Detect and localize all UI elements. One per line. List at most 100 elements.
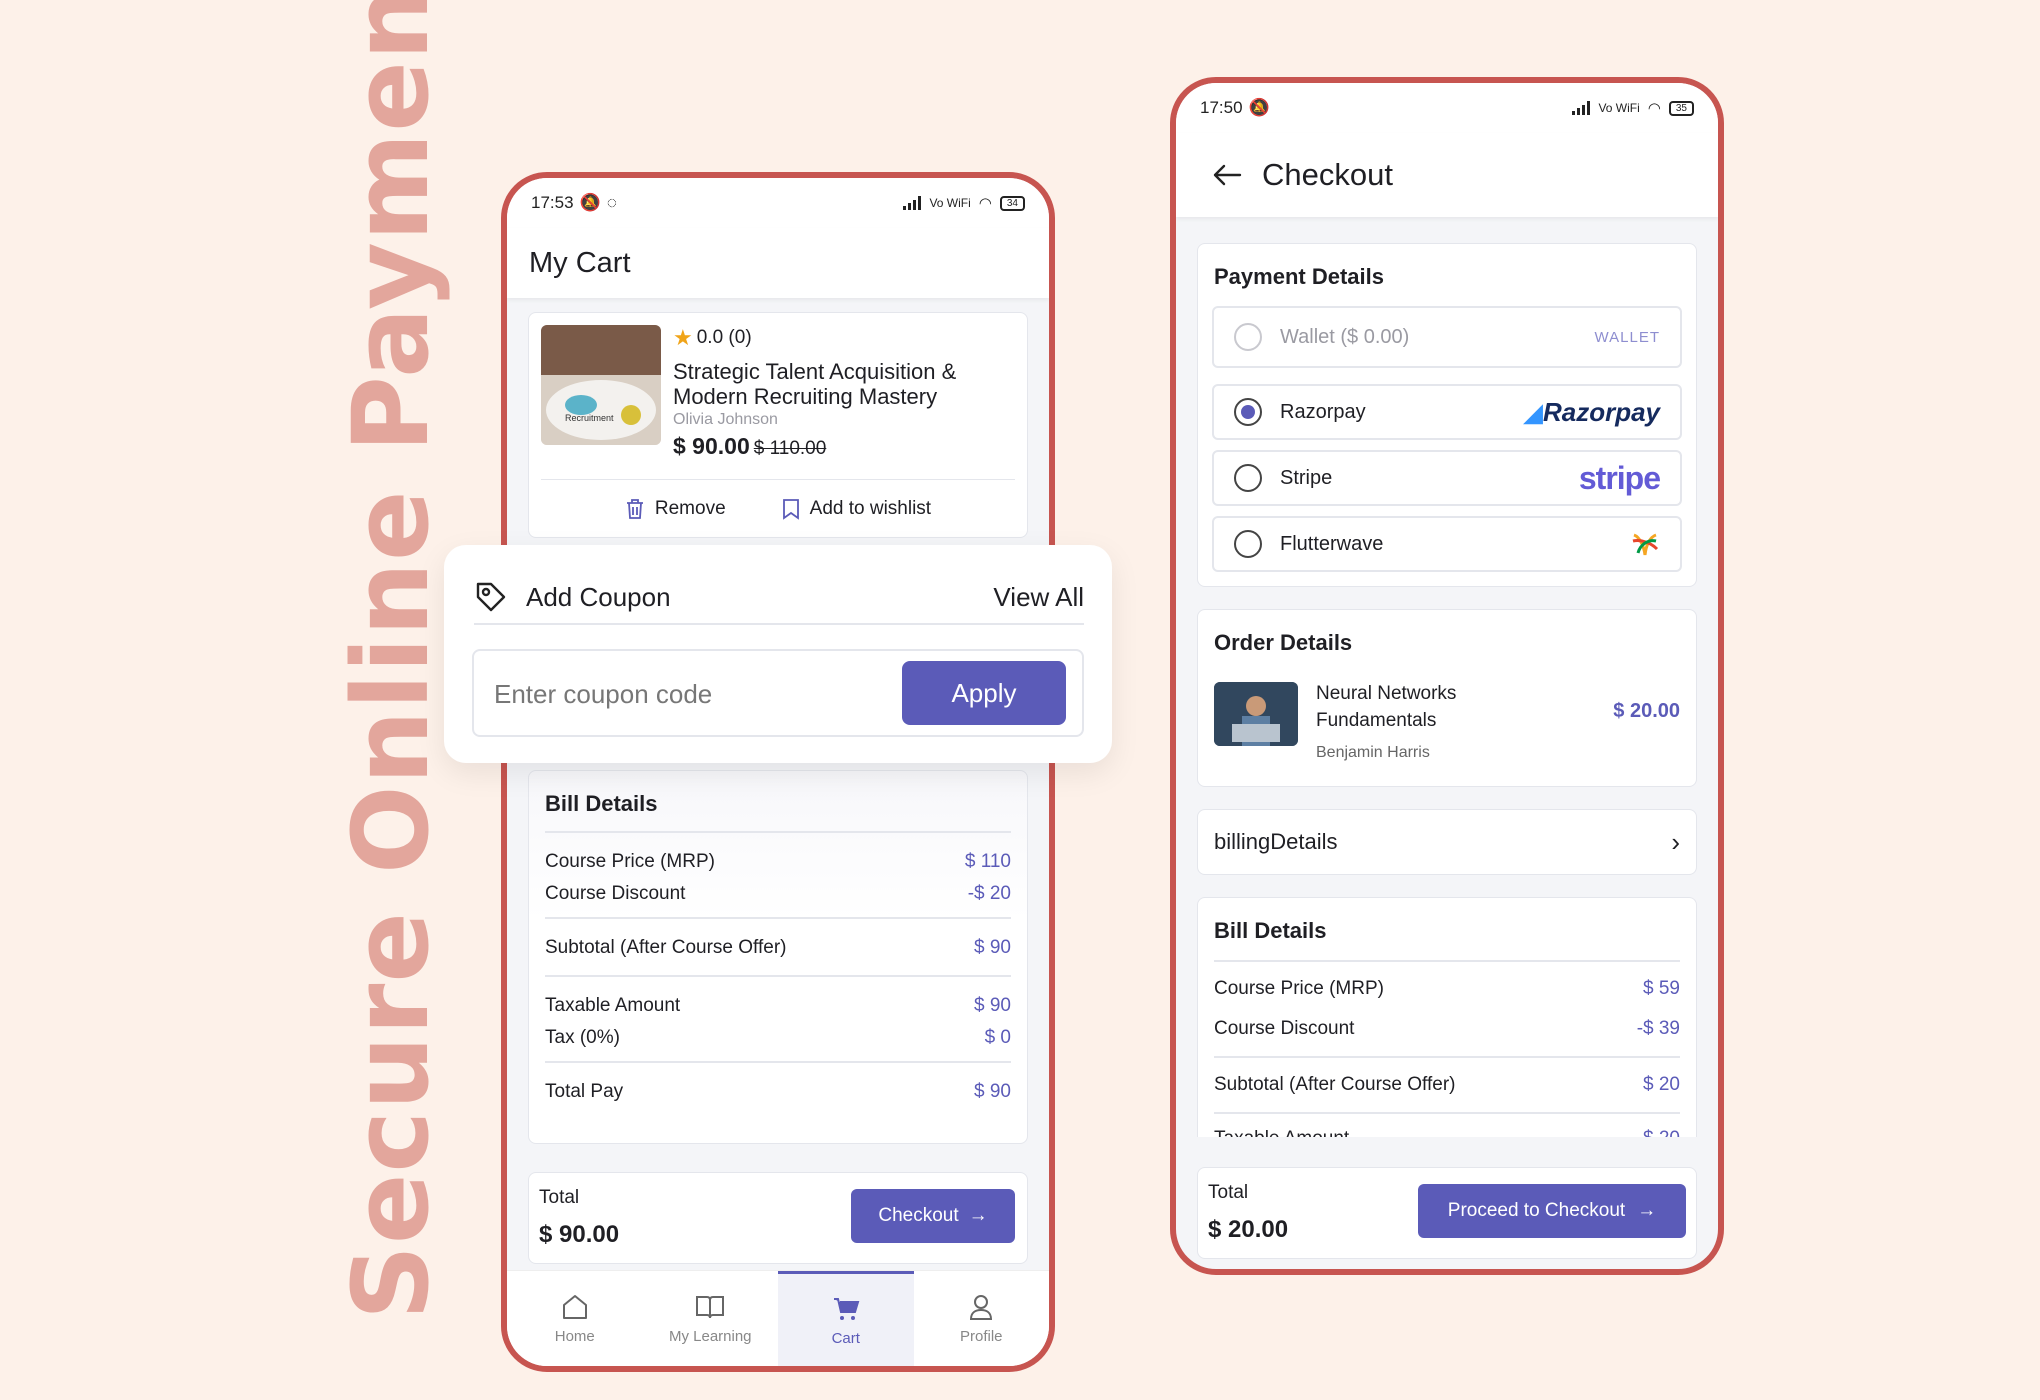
bill-value: $ 20 (1643, 1074, 1680, 1095)
chevron-right-icon: › (1671, 826, 1680, 857)
battery-icon: 35 (1668, 100, 1694, 116)
radio-button[interactable] (1234, 464, 1262, 492)
payment-title: Payment Details (1214, 264, 1384, 289)
total-value: $ 20.00 (1208, 1216, 1289, 1243)
nav-label: Cart (831, 1329, 860, 1347)
bill-row: Course Discount -$ 39 (1214, 1018, 1680, 1040)
total-label: Total (1208, 1182, 1249, 1203)
course-title: Strategic Talent Acquisition & Modern Re… (673, 359, 957, 409)
bill-label: Taxable Amount (1214, 1128, 1349, 1137)
apply-button[interactable]: Apply (902, 661, 1066, 725)
tag-icon (476, 582, 506, 612)
app-bar: My Cart (507, 228, 1049, 298)
bill-label: Total Pay (545, 1081, 624, 1102)
course-instructor: Olivia Johnson (673, 411, 778, 428)
nav-label: Profile (959, 1328, 1003, 1345)
checkout-phone: 17:50 🔕 Vo WiFi ◠ 35 Checkout Payment De… (1170, 77, 1724, 1275)
bill-value: -$ 39 (1636, 1018, 1680, 1039)
thumb-text: Recruitment (565, 413, 614, 423)
order-price: $ 20.00 (1613, 700, 1680, 722)
bottom-nav: Home My Learning Cart Profile (507, 1270, 1049, 1366)
bill-row: Course Price (MRP) $ 110 (545, 851, 1011, 873)
cart-icon (833, 1297, 860, 1320)
bill-value: $ 0 (984, 1027, 1011, 1048)
wifi-icon: ◠ (1647, 100, 1661, 117)
bill-label: Taxable Amount (545, 995, 681, 1016)
proceed-label: Proceed to Checkout (1447, 1200, 1626, 1221)
checkout-label: Checkout (878, 1205, 959, 1226)
payment-option-label: Stripe (1280, 466, 1333, 489)
bill-label: Course Discount (1214, 1018, 1355, 1039)
view-all-link[interactable]: View All (993, 582, 1084, 613)
bill-value: $ 59 (1643, 978, 1680, 999)
bill-row: Total Pay $ 90 (545, 1081, 1011, 1103)
radio-button[interactable] (1234, 530, 1262, 558)
nav-home[interactable]: Home (507, 1271, 643, 1366)
bill-row: Subtotal (After Course Offer) $ 90 (545, 937, 1011, 959)
razorpay-logo-text: Razorpay (1542, 396, 1660, 427)
total-label: Total (539, 1187, 580, 1208)
bill-value: $ 110 (964, 851, 1011, 872)
bill-row: Taxable Amount $ 90 (545, 995, 1011, 1017)
arrow-right-icon: → (1637, 1200, 1657, 1221)
billing-details-row[interactable]: billingDetails › (1197, 809, 1697, 875)
coupon-card: Add Coupon View All Apply (444, 545, 1112, 763)
bill-label: Subtotal (After Course Offer) (1214, 1074, 1456, 1095)
battery-icon: 34 (999, 195, 1025, 211)
page-title: My Cart (529, 246, 631, 279)
book-icon (696, 1296, 725, 1319)
bill-details-card: Bill Details Course Price (MRP) $ 59 Cour… (1197, 897, 1697, 1137)
cart-course-card[interactable]: Recruitment ★ 0.0 (0) Strategic Talent A… (528, 312, 1028, 538)
billing-details-label: billingDetails (1214, 829, 1338, 854)
payment-option-flutterwave[interactable]: Flutterwave (1212, 516, 1682, 572)
signal-icon (1572, 101, 1591, 115)
checkout-button[interactable]: Checkout → (851, 1189, 1015, 1243)
add-coupon-title: Add Coupon (526, 581, 671, 612)
nav-label: My Learning (668, 1328, 752, 1345)
course-thumbnail: Recruitment (541, 325, 661, 445)
course-price: $ 90.00 (673, 433, 750, 459)
nav-label: Home (554, 1328, 595, 1345)
radio-button[interactable] (1234, 323, 1262, 351)
remove-button[interactable]: Remove (625, 498, 726, 520)
bill-value: $ 20 (1643, 1128, 1680, 1137)
proceed-to-checkout-button[interactable]: Proceed to Checkout → (1418, 1184, 1686, 1238)
flutterwave-icon (1632, 533, 1659, 556)
nav-profile[interactable]: Profile (914, 1271, 1050, 1366)
trash-icon (626, 498, 643, 519)
payment-option-stripe[interactable]: Stripe stripe (1212, 450, 1682, 506)
status-time: 17:50 (1200, 98, 1243, 117)
payment-option-label: Flutterwave (1280, 532, 1384, 555)
nav-my-learning[interactable]: My Learning (643, 1271, 779, 1366)
mute-icon: 🔕 (1248, 98, 1270, 117)
nav-cart[interactable]: Cart (778, 1271, 914, 1366)
bill-row: Course Discount -$ 20 (545, 883, 1011, 905)
bill-title: Bill Details (545, 791, 658, 816)
payment-option-razorpay[interactable]: Razorpay ◢Razorpay (1212, 384, 1682, 440)
bill-label: Course Discount (545, 883, 686, 904)
home-icon (562, 1295, 587, 1319)
arrow-right-icon: → (968, 1205, 988, 1226)
back-arrow-icon[interactable] (1212, 163, 1242, 187)
course-old-price: $ 110.00 (753, 438, 827, 459)
page-title: Checkout (1262, 157, 1393, 192)
status-bar: 17:53 🔕 ◌ Vo WiFi ◠ 34 (507, 178, 1049, 228)
bill-label: Course Price (MRP) (1214, 978, 1384, 999)
coupon-code-input[interactable] (494, 671, 874, 717)
bill-label: Subtotal (After Course Offer) (545, 937, 787, 958)
order-title: Order Details (1214, 630, 1353, 655)
add-to-wishlist-button[interactable]: Add to wishlist (782, 498, 931, 520)
cart-phone: 17:53 🔕 ◌ Vo WiFi ◠ 34 My Cart Recruitme… (501, 172, 1055, 1372)
remove-label: Remove (654, 497, 726, 519)
razorpay-logo: ◢Razorpay (1522, 396, 1660, 427)
wishlist-label: Add to wishlist (809, 497, 932, 519)
user-icon (970, 1295, 993, 1320)
payment-option-wallet[interactable]: Wallet ($ 0.00) WALLET (1212, 306, 1682, 368)
vowifi-label: Vo WiFi (1598, 101, 1640, 115)
signal-icon (903, 196, 922, 210)
app-bar: Checkout (1176, 133, 1718, 217)
bill-value: $ 90 (974, 1081, 1011, 1102)
order-instructor: Benjamin Harris (1316, 744, 1430, 761)
bill-label: Tax (0%) (545, 1027, 620, 1048)
radio-button-selected[interactable] (1234, 398, 1262, 426)
